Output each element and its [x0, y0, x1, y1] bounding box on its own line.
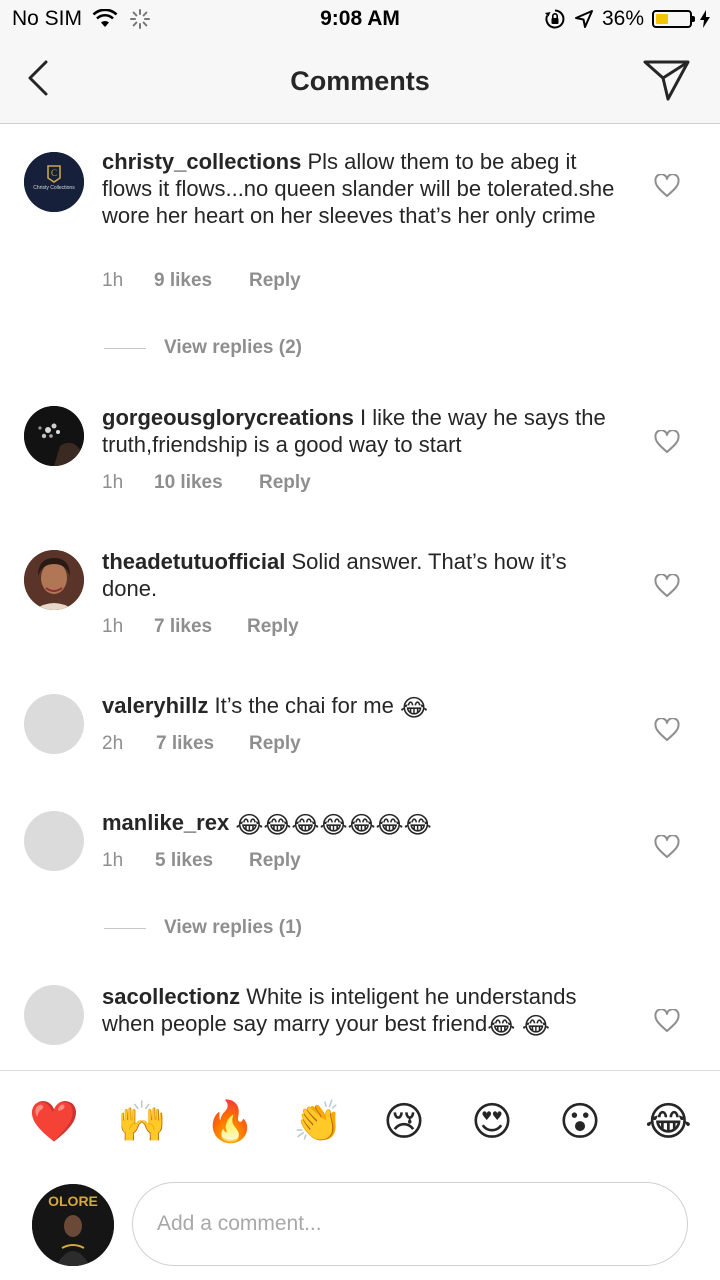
comment-meta: 1h 10 likes Reply — [102, 472, 311, 494]
comment-emojis: 😂 — [399, 695, 429, 722]
rotation-lock-icon — [544, 9, 565, 29]
comment-likes[interactable]: 10 likes — [154, 472, 259, 494]
my-avatar-image: OLORE — [32, 1184, 114, 1266]
comment-text: christy_collections Pls allow them to be… — [102, 148, 622, 229]
comment-meta: 1h 7 likes Reply — [102, 616, 299, 638]
comment-time: 1h — [102, 472, 124, 493]
like-heart-icon[interactable] — [654, 430, 680, 454]
nav-bar: Comments — [0, 40, 720, 124]
avatar-placeholder[interactable] — [24, 985, 84, 1045]
comment-time: 1h — [102, 270, 124, 291]
comment-likes[interactable]: 7 likes — [156, 733, 249, 755]
like-heart-icon[interactable] — [654, 718, 680, 742]
comment-emojis: 😂 😂 — [487, 1013, 550, 1040]
avatar-placeholder[interactable] — [24, 694, 84, 754]
reply-button[interactable]: Reply — [259, 472, 311, 494]
view-replies-label: View replies (2) — [164, 337, 302, 358]
emoji-clap-button[interactable]: 👏 — [293, 1099, 343, 1145]
comments-list[interactable]: C Christy Collections christy_collection… — [0, 124, 720, 1070]
avatar-label: OLORE — [48, 1193, 98, 1209]
divider — [104, 927, 146, 929]
comment-username[interactable]: theadetutuofficial — [102, 549, 285, 574]
comment-composer: OLORE — [0, 1174, 720, 1280]
my-avatar[interactable]: OLORE — [32, 1184, 114, 1266]
view-replies-label: View replies (1) — [164, 917, 302, 938]
comment-time: 1h — [102, 616, 124, 637]
comment-meta: 1h 5 likes Reply — [102, 850, 301, 872]
comment-username[interactable]: manlike_rex — [102, 810, 229, 835]
like-heart-icon[interactable] — [654, 835, 680, 859]
view-replies-button[interactable]: View replies (1) — [104, 917, 302, 939]
svg-text:Christy Collections: Christy Collections — [33, 185, 75, 191]
reply-button[interactable]: Reply — [249, 270, 301, 292]
reply-button[interactable]: Reply — [249, 850, 301, 872]
reply-button[interactable]: Reply — [247, 616, 299, 638]
comment-text: gorgeousglorycreations I like the way he… — [102, 404, 622, 458]
avatar[interactable] — [24, 550, 84, 610]
christy-collections-logo: C Christy Collections — [24, 152, 84, 212]
charging-bolt-icon — [700, 10, 710, 28]
avatar-photo — [24, 406, 84, 466]
emoji-laughing-button[interactable]: 😂 — [645, 1099, 692, 1145]
comment-time: 2h — [102, 733, 124, 754]
emoji-heart-eyes-button[interactable]: 😍 — [469, 1099, 515, 1145]
location-arrow-icon — [574, 10, 593, 28]
comment-time: 1h — [102, 850, 124, 871]
comment-message: It’s the chai for me — [214, 693, 394, 718]
like-heart-icon[interactable] — [654, 574, 680, 598]
comment-text: sacollectionz White is inteligent he und… — [102, 983, 622, 1039]
comment-meta: 2h 7 likes Reply — [102, 733, 301, 755]
avatar-photo — [24, 550, 84, 610]
avatar-placeholder[interactable] — [24, 811, 84, 871]
emoji-crying-button[interactable]: 😢 — [381, 1099, 427, 1145]
divider — [104, 347, 146, 349]
emoji-fire-button[interactable]: 🔥 — [205, 1099, 255, 1145]
emoji-surprised-button[interactable]: 😮 — [557, 1099, 603, 1145]
battery-percent: 36% — [601, 7, 644, 30]
comment-meta: 1h 9 likes Reply — [102, 270, 301, 292]
comment-username[interactable]: valeryhillz — [102, 693, 208, 718]
comment-likes[interactable]: 7 likes — [154, 616, 247, 638]
battery-icon — [652, 10, 695, 28]
emoji-raised-hands-button[interactable]: 🙌 — [117, 1099, 167, 1145]
emoji-quick-bar: ❤️ 🙌 🔥 👏 😢 😍 😮 😂 — [0, 1070, 720, 1174]
comment-likes[interactable]: 9 likes — [154, 270, 249, 292]
avatar[interactable]: C Christy Collections — [24, 152, 84, 212]
comment-text: manlike_rex 😂😂😂😂😂😂😂 — [102, 809, 622, 838]
comment-username[interactable]: gorgeousglorycreations — [102, 405, 354, 430]
reply-button[interactable]: Reply — [249, 733, 301, 755]
share-button[interactable] — [642, 54, 692, 104]
comment-text: theadetutuofficial Solid answer. That’s … — [102, 548, 622, 602]
status-bar: No SIM 9:08 AM 36% — [0, 0, 720, 40]
svg-text:C: C — [51, 168, 57, 178]
comment-likes[interactable]: 5 likes — [155, 850, 249, 872]
avatar[interactable] — [24, 406, 84, 466]
view-replies-button[interactable]: View replies (2) — [104, 337, 302, 359]
comment-emojis: 😂😂😂😂😂😂😂 — [235, 812, 432, 839]
page-title: Comments — [290, 66, 430, 96]
emoji-heart-button[interactable]: ❤️ — [29, 1099, 79, 1145]
like-heart-icon[interactable] — [654, 174, 680, 198]
comment-input[interactable] — [132, 1182, 688, 1266]
comment-username[interactable]: christy_collections — [102, 149, 301, 174]
comment-text: valeryhillz It’s the chai for me 😂 — [102, 692, 622, 721]
comment-username[interactable]: sacollectionz — [102, 984, 240, 1009]
like-heart-icon[interactable] — [654, 1009, 680, 1033]
